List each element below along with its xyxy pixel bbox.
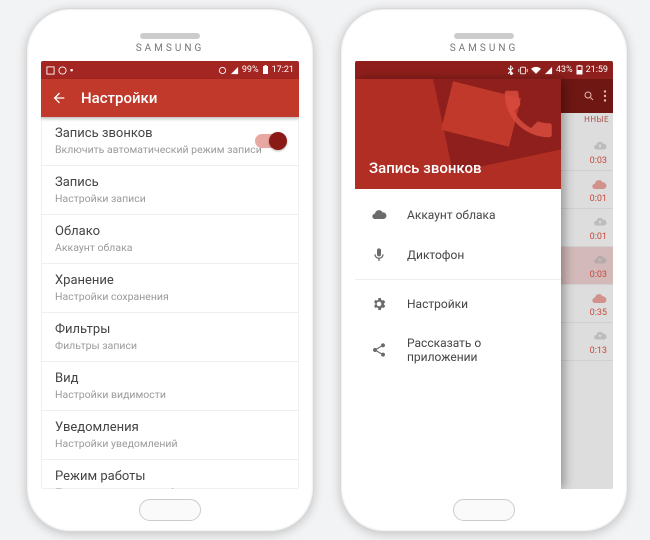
earpiece xyxy=(454,33,514,39)
setting-row[interactable]: Хранение Настройки сохранения xyxy=(41,264,299,313)
setting-title: Режим работы xyxy=(55,469,285,484)
setting-subtitle: Аккаунт облака xyxy=(55,241,285,254)
duration-text: 0:03 xyxy=(590,156,607,166)
call-log-row[interactable]: 0:13 xyxy=(559,323,613,361)
statusbar: ▪ 99% 17:21 xyxy=(41,61,299,79)
setting-title: Запись xyxy=(55,175,285,190)
tab-label-partial: ННЫЕ xyxy=(584,115,609,124)
drawer-item[interactable]: Диктофон xyxy=(355,235,561,275)
share-icon xyxy=(371,342,387,358)
arrow-left-icon xyxy=(51,90,67,106)
appbar: Настройки xyxy=(41,79,299,117)
call-log-list-background: ННЫЕ 0:03 0:01 0:01 0:03 0:35 0:13 xyxy=(559,79,613,489)
overflow-icon[interactable] xyxy=(603,90,607,102)
phone-frame-right: SAMSUNG 43% 21:59 ННЫЕ 0:03 0:01 0:01 0:03 0… xyxy=(340,8,628,532)
signal-icon xyxy=(544,66,553,75)
duration-text: 0:03 xyxy=(590,270,607,280)
wifi-icon xyxy=(531,66,541,75)
gear-icon xyxy=(371,296,387,312)
setting-subtitle: Параметры режима работы приложения xyxy=(55,486,285,489)
setting-title: Запись звонков xyxy=(55,126,285,141)
setting-subtitle: Настройки уведомлений xyxy=(55,437,285,450)
brand-label: SAMSUNG xyxy=(27,43,313,54)
appbar-background xyxy=(559,79,613,113)
battery-icon xyxy=(576,65,583,75)
setting-subtitle: Настройки записи xyxy=(55,192,285,205)
toggle-switch[interactable] xyxy=(255,134,285,148)
duration-text: 0:35 xyxy=(590,308,607,318)
appbar-title: Настройки xyxy=(81,89,157,107)
drawer-item[interactable]: Рассказать о приложении xyxy=(355,324,561,376)
statusbar-right-icons: 43% 21:59 xyxy=(507,65,608,75)
battery-icon xyxy=(262,65,269,75)
drawer-header: Запись звонков xyxy=(355,79,561,189)
drawer-item-label: Диктофон xyxy=(407,248,464,262)
call-log-row[interactable]: 0:01 xyxy=(559,171,613,209)
drawer-item[interactable]: Аккаунт облака xyxy=(355,195,561,235)
drawer-item-label: Настройки xyxy=(407,297,468,311)
cloud-icon xyxy=(371,207,387,223)
battery-text: 99% xyxy=(242,65,259,75)
earpiece xyxy=(140,33,200,39)
statusbar-right-icons: 99% 17:21 xyxy=(218,65,294,75)
home-button[interactable] xyxy=(139,499,201,521)
settings-list[interactable]: Запись звонков Включить автоматический ре… xyxy=(41,117,299,489)
drawer-item[interactable]: Настройки xyxy=(355,284,561,324)
duration-text: 0:13 xyxy=(590,346,607,356)
setting-row[interactable]: Вид Настройки видимости xyxy=(41,362,299,411)
setting-row[interactable]: Запись Настройки записи xyxy=(41,166,299,215)
duration-text: 0:01 xyxy=(590,194,607,204)
drawer-item-label: Рассказать о приложении xyxy=(407,336,545,364)
screen-left: ▪ 99% 17:21 Настройки Запись звонков Вклю… xyxy=(41,61,299,489)
statusbar: 43% 21:59 xyxy=(355,61,613,79)
call-log-row[interactable]: 0:03 xyxy=(559,247,613,285)
setting-subtitle: Настройки сохранения xyxy=(55,290,285,303)
call-log-row[interactable]: 0:35 xyxy=(559,285,613,323)
screen-right: 43% 21:59 ННЫЕ 0:030:010:010:030:350:13 … xyxy=(355,61,613,489)
clock-text: 21:59 xyxy=(586,65,608,75)
mic-icon xyxy=(371,247,387,263)
setting-row[interactable]: Облако Аккаунт облака xyxy=(41,215,299,264)
duration-text: 0:01 xyxy=(590,232,607,242)
setting-title: Вид xyxy=(55,371,285,386)
nav-drawer: Запись звонков Аккаунт облака Диктофон Нас… xyxy=(355,79,561,489)
back-button[interactable] xyxy=(51,90,67,106)
call-log-row[interactable]: 0:03 xyxy=(559,133,613,171)
bluetooth-icon xyxy=(507,65,515,75)
alarm-icon xyxy=(218,66,227,75)
setting-title: Уведомления xyxy=(55,420,285,435)
divider xyxy=(355,279,561,280)
drawer-title: Запись звонков xyxy=(369,159,481,177)
call-log-row[interactable]: 0:01 xyxy=(559,209,613,247)
signal-icon xyxy=(230,66,239,75)
drawer-item-label: Аккаунт облака xyxy=(407,208,496,222)
search-icon[interactable] xyxy=(583,90,595,102)
notif-icon xyxy=(46,66,55,75)
setting-title: Хранение xyxy=(55,273,285,288)
notif-icon xyxy=(58,66,67,75)
brand-label: SAMSUNG xyxy=(341,43,627,54)
vibrate-icon xyxy=(518,66,528,75)
setting-subtitle: Включить автоматический режим записи xyxy=(55,143,285,156)
setting-row[interactable]: Уведомления Настройки уведомлений xyxy=(41,411,299,460)
setting-row[interactable]: Режим работы Параметры режима работы прил… xyxy=(41,460,299,489)
clock-text: 17:21 xyxy=(272,65,294,75)
setting-subtitle: Фильтры записи xyxy=(55,339,285,352)
setting-row[interactable]: Запись звонков Включить автоматический ре… xyxy=(41,117,299,166)
setting-title: Фильтры xyxy=(55,322,285,337)
setting-subtitle: Настройки видимости xyxy=(55,388,285,401)
phone-frame-left: SAMSUNG ▪ 99% 17:21 Настройки Запись зво… xyxy=(26,8,314,532)
home-button[interactable] xyxy=(453,499,515,521)
statusbar-left-icons: ▪ xyxy=(46,65,73,76)
setting-row[interactable]: Фильтры Фильтры записи xyxy=(41,313,299,362)
battery-text: 43% xyxy=(556,65,573,75)
phone-handset-icon xyxy=(497,83,559,145)
setting-title: Облако xyxy=(55,224,285,239)
